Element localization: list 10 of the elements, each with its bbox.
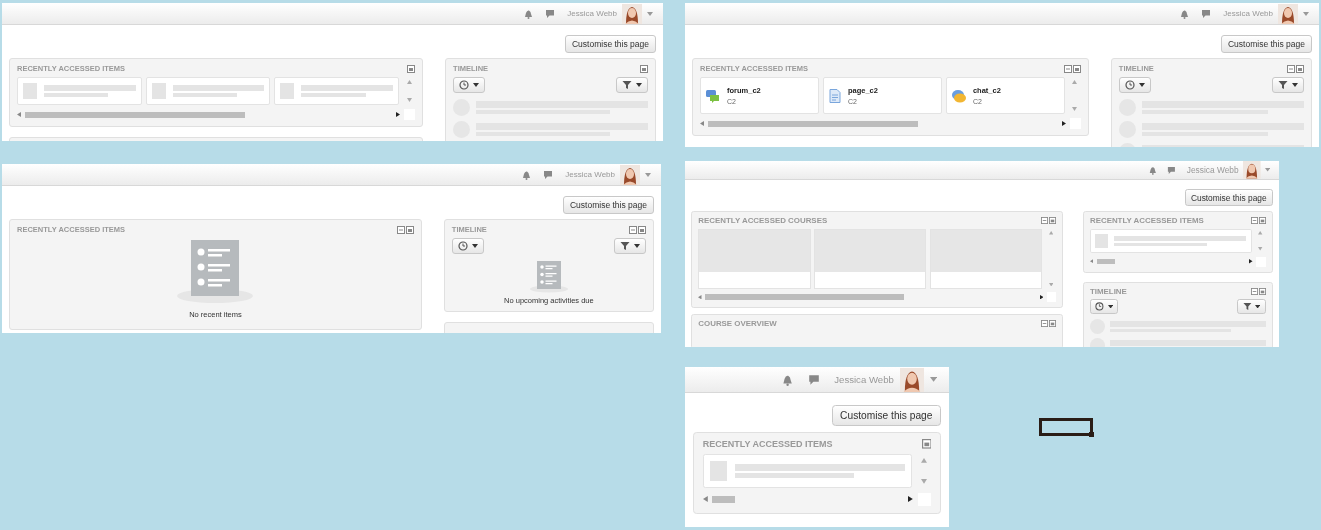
block-title: RECENTLY ACCESSED ITEMS <box>1089 216 1204 226</box>
customise-page-button[interactable]: Customise this page <box>565 35 656 53</box>
block-title: COURSE OVERVIEW <box>698 318 777 328</box>
customise-page-button[interactable]: Customise this page <box>563 196 654 214</box>
customise-page-button[interactable]: Customise this page <box>1184 189 1273 207</box>
block-title: TIMELINE <box>1089 286 1127 296</box>
customise-page-button[interactable]: Customise this page <box>831 405 941 426</box>
block-title: RECENTLY ACCESSED ITEMS <box>702 438 833 449</box>
customise-page-button[interactable]: Customise this page <box>1221 35 1312 53</box>
block-title: RECENTLY ACCESSED COURSES <box>698 216 828 226</box>
